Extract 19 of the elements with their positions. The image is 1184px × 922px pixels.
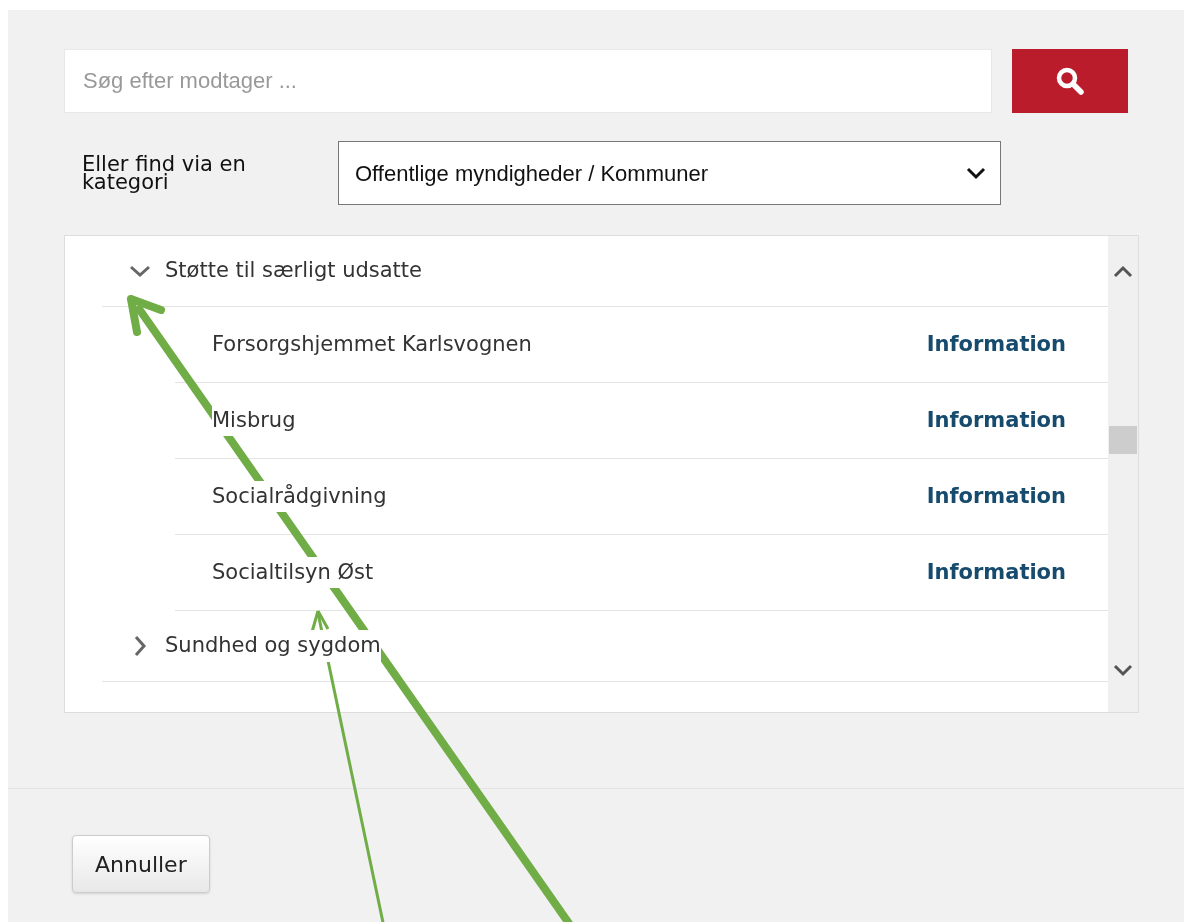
scrollbar-thumb[interactable] (1109, 426, 1137, 454)
category-label: Eller find via en kategori (82, 155, 247, 191)
information-link[interactable]: Information (926, 556, 1066, 589)
scroll-down-icon (1112, 664, 1134, 678)
search-field[interactable]: Søg efter modtager ... (64, 49, 993, 113)
information-link[interactable]: Information (926, 480, 1066, 513)
category-select[interactable]: Offentlige myndigheder / Kommuner (338, 141, 1001, 205)
category-item[interactable]: Sundhed og sygdom (165, 630, 381, 662)
cancel-button[interactable]: Annuller (72, 835, 210, 893)
information-link[interactable]: Information (926, 404, 1066, 437)
information-link[interactable]: Information (926, 328, 1066, 361)
scroll-up-icon (1112, 264, 1134, 278)
recipient-item[interactable]: Socialrådgivning (212, 480, 387, 513)
search-button[interactable] (1012, 49, 1128, 113)
recipient-item[interactable]: Misbrug (212, 404, 296, 437)
chevron-down-icon (966, 166, 986, 180)
scrollbar[interactable] (1108, 236, 1138, 712)
recipient-item[interactable]: Socialtilsyn Øst (212, 556, 374, 589)
search-icon (1055, 66, 1086, 96)
